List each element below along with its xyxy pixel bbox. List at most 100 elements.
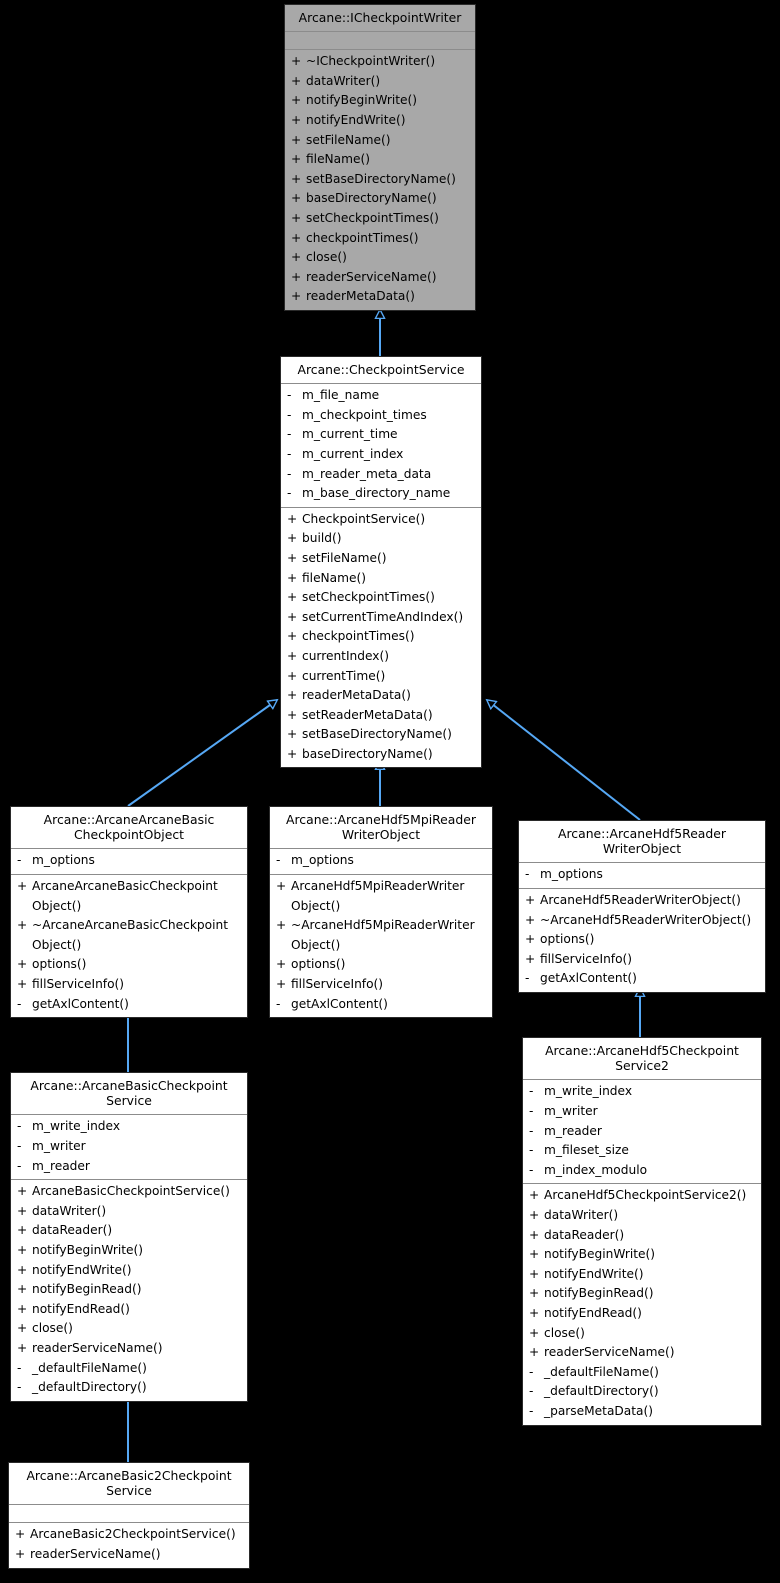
- visibility: -: [529, 1084, 534, 1099]
- member-row: + close(): [285, 248, 475, 268]
- member-row: - m_base_directory_name: [281, 484, 481, 504]
- visibility: +: [287, 531, 298, 546]
- class-title-line: Service: [106, 1093, 152, 1109]
- member-row: + baseDirectoryName(): [281, 745, 481, 765]
- class-box-arcanebasiccheckpointservice[interactable]: Arcane::ArcaneBasicCheckpoint Service -m…: [10, 1072, 248, 1402]
- visibility: -: [529, 1123, 534, 1138]
- member-name: getAxlContent(): [32, 996, 129, 1011]
- class-title-line: Arcane::ICheckpointWriter: [298, 10, 462, 25]
- member-row: + options(): [11, 955, 247, 975]
- class-title-line: Arcane::ArcaneHdf5Reader: [558, 826, 726, 841]
- attributes-compartment: - m_file_name - m_checkpoint_times - m_curr…: [281, 383, 481, 507]
- member-name: dataReader(): [32, 1223, 113, 1238]
- class-box-arcanehdf5mpireaderwriterobject[interactable]: Arcane::ArcaneHdf5MpiReader WriterObject…: [269, 806, 493, 1019]
- class-box-arcanehdf5checkpointservice2[interactable]: Arcane::ArcaneHdf5Checkpoint Service2 -m…: [522, 1037, 762, 1426]
- member-row: + readerServiceName(): [9, 1545, 249, 1565]
- visibility: +: [17, 1203, 28, 1218]
- member-row: + options(): [270, 955, 492, 975]
- visibility: +: [291, 191, 302, 206]
- member-row: - m_checkpoint_times: [281, 406, 481, 426]
- member-row: + checkpointTimes(): [281, 627, 481, 647]
- visibility: +: [17, 879, 28, 893]
- member-name: m_current_time: [302, 427, 398, 442]
- visibility: +: [287, 629, 298, 644]
- member-row: - m_write_index: [11, 1117, 247, 1137]
- member-name: m_write_index: [544, 1084, 633, 1099]
- member-name: getAxlContent(): [540, 971, 637, 986]
- visibility: +: [15, 1547, 26, 1561]
- attributes-compartment: - m_options: [11, 848, 247, 874]
- class-box-checkpointservice[interactable]: Arcane::CheckpointService - m_file_name -…: [280, 356, 482, 769]
- member-row: + setReaderMetaData(): [281, 706, 481, 726]
- member-name: setCheckpointTimes(): [302, 590, 435, 605]
- class-title-line: Arcane::ArcaneBasic2Checkpoint: [26, 1468, 232, 1483]
- member-row: + setCheckpointTimes(): [285, 209, 475, 229]
- member-row: - m_index_modulo: [523, 1161, 761, 1181]
- visibility: -: [287, 486, 292, 501]
- member-name: setFileName(): [302, 550, 387, 565]
- class-box-icheckpointwriter[interactable]: Arcane::ICheckpointWriter + ~ICheckpointW…: [284, 4, 476, 311]
- visibility: +: [529, 1266, 540, 1281]
- member-row: + ArcaneHdf5MpiReaderWriter Object(): [270, 877, 492, 916]
- attributes-compartment: [9, 1504, 249, 1522]
- visibility: +: [529, 1305, 540, 1320]
- member-name: notifyEndRead(): [32, 1301, 130, 1316]
- methods-compartment: + ArcaneHdf5MpiReaderWriter Object() + ~Ar…: [270, 874, 492, 1017]
- class-title-line: WriterObject: [602, 841, 682, 857]
- class-title-line: Service: [106, 1483, 152, 1499]
- member-name: options(): [32, 957, 87, 972]
- member-name: notifyBeginWrite(): [32, 1242, 144, 1257]
- member-name: notifyBeginWrite(): [306, 93, 418, 108]
- attributes-compartment: - m_write_index - m_writer - m_reader: [11, 1114, 247, 1179]
- member-name: _defaultFileName(): [544, 1364, 659, 1379]
- member-name: m_index_modulo: [544, 1162, 648, 1177]
- member-name: m_options: [540, 867, 603, 882]
- member-row: + ArcaneBasic2CheckpointService(): [9, 1525, 249, 1545]
- member-row: + ~ArcaneArcaneBasicCheckpoint Object(): [11, 916, 247, 955]
- visibility: +: [291, 210, 302, 225]
- visibility: -: [529, 1104, 534, 1118]
- member-row: - getAxlContent(): [270, 995, 492, 1015]
- member-row: + close(): [11, 1319, 247, 1339]
- member-name: ~ICheckpointWriter(): [306, 54, 436, 69]
- member-name: ~ArcaneArcaneBasicCheckpoint Object(): [32, 918, 228, 952]
- class-title: Arcane::ArcaneBasicCheckpoint Service: [11, 1073, 247, 1114]
- methods-compartment: + ArcaneBasic2CheckpointService() + reader…: [9, 1522, 249, 1567]
- visibility: -: [529, 1143, 534, 1158]
- member-name: notifyBeginRead(): [544, 1286, 654, 1301]
- visibility: +: [291, 54, 302, 69]
- visibility: +: [287, 648, 298, 663]
- class-title: Arcane::CheckpointService: [281, 357, 481, 383]
- member-row: + notifyEndWrite(): [11, 1261, 247, 1281]
- visibility: +: [291, 230, 302, 245]
- visibility: -: [529, 1162, 534, 1177]
- member-name: fileName(): [306, 152, 371, 167]
- member-row: + fillServiceInfo(): [519, 950, 765, 970]
- visibility: -: [529, 1364, 534, 1379]
- methods-compartment: + ArcaneArcaneBasicCheckpoint Object() + ~…: [11, 874, 247, 1017]
- visibility: -: [287, 446, 292, 461]
- member-row: + fillServiceInfo(): [270, 975, 492, 995]
- class-title-line: WriterObject: [341, 827, 421, 843]
- visibility: -: [17, 1139, 22, 1153]
- class-title: Arcane::ArcaneBasic2Checkpoint Service: [9, 1463, 249, 1504]
- member-row: - m_options: [11, 851, 247, 871]
- class-title: Arcane::ICheckpointWriter: [285, 5, 475, 31]
- member-name: readerServiceName(): [306, 269, 437, 284]
- member-name: ArcaneArcaneBasicCheckpoint Object(): [32, 879, 218, 913]
- visibility: +: [291, 269, 302, 284]
- member-name: m_options: [32, 853, 95, 868]
- methods-compartment: + ArcaneHdf5ReaderWriterObject() + ~Arcane…: [519, 888, 765, 992]
- member-name: _defaultFileName(): [32, 1360, 147, 1375]
- member-name: fillServiceInfo(): [32, 976, 125, 991]
- member-row: + ~ArcaneHdf5MpiReaderWriter Object(): [270, 916, 492, 955]
- class-box-arcanebasic2checkpointservice[interactable]: Arcane::ArcaneBasic2Checkpoint Service +…: [8, 1462, 250, 1569]
- class-title-line: CheckpointObject: [73, 827, 185, 843]
- class-box-arcanearcanebasiccheckpointobject[interactable]: Arcane::ArcaneArcaneBasic CheckpointObje…: [10, 806, 248, 1019]
- member-name: ArcaneHdf5ReaderWriterObject(): [540, 893, 741, 907]
- class-title: Arcane::ArcaneHdf5Reader WriterObject: [519, 821, 765, 862]
- visibility: +: [525, 951, 536, 966]
- class-box-arcanehdf5readerwriterobject[interactable]: Arcane::ArcaneHdf5Reader WriterObject -m…: [518, 820, 766, 993]
- member-row: + notifyBeginWrite(): [285, 91, 475, 111]
- visibility: +: [17, 957, 28, 972]
